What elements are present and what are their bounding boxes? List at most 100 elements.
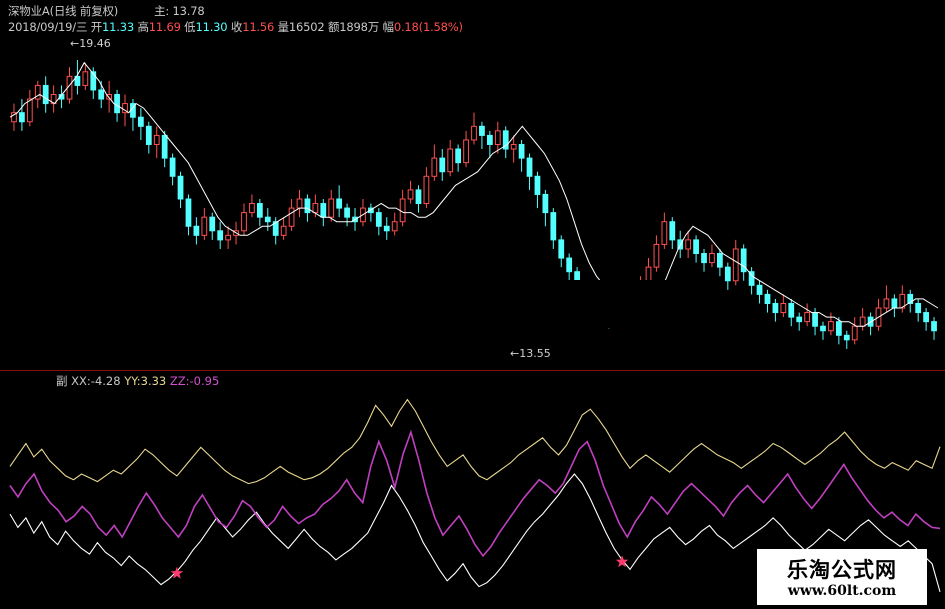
candle-body	[518, 143, 525, 159]
candle-body	[550, 212, 557, 241]
candle-body	[288, 207, 295, 227]
candle-body	[26, 98, 33, 123]
candle-body	[812, 312, 818, 327]
candle-body	[328, 198, 335, 218]
candle-body	[724, 266, 731, 282]
candle-body	[423, 175, 430, 205]
candle-body	[701, 253, 707, 264]
candle-body	[19, 112, 25, 123]
candle-body	[42, 84, 49, 105]
stock-chart-window: 深物业A(日线 前复权) 主: 13.78 2018/09/19/三 开11.33…	[0, 0, 945, 609]
candle-body	[717, 253, 723, 268]
candle-body	[320, 203, 327, 218]
xx-value: -4.28	[90, 374, 121, 388]
candle-body	[114, 94, 120, 114]
candle-body	[399, 198, 406, 223]
candle-body	[732, 248, 739, 282]
candle-body	[510, 143, 517, 150]
candle-body	[280, 225, 287, 236]
candle-body	[685, 239, 692, 250]
candle-body	[669, 221, 676, 241]
quote-date: 2018/09/19/三	[8, 20, 88, 34]
candle-body	[439, 157, 446, 173]
open-value: 11.33	[102, 20, 134, 34]
candle-body	[534, 175, 541, 195]
yy-label: YY:	[124, 374, 141, 388]
candle-body	[780, 302, 787, 314]
sub-panel-label[interactable]: 副	[56, 374, 68, 388]
candle-body	[296, 198, 303, 209]
yy-series-line	[9, 398, 941, 485]
candle-body	[915, 302, 922, 314]
candle-body	[185, 198, 192, 227]
candle-body	[772, 302, 779, 314]
change-label: 幅	[382, 20, 395, 34]
candle-body	[835, 321, 842, 336]
yy-value: 3.33	[140, 374, 167, 388]
candle-body	[693, 239, 699, 255]
zz-label: ZZ:	[169, 374, 190, 388]
candle-body	[256, 203, 263, 218]
candle-body	[923, 312, 929, 323]
candle-body	[383, 225, 390, 232]
high-value: 11.69	[148, 20, 181, 34]
candle-body	[249, 203, 255, 214]
amount-value: 1898万	[339, 20, 380, 34]
candle-body	[661, 221, 668, 245]
candle-body	[756, 284, 763, 295]
candle-body	[851, 325, 858, 341]
candle-body	[843, 334, 850, 341]
candle-body	[471, 125, 477, 141]
candle-body	[479, 125, 485, 136]
star-signal-marker	[170, 566, 184, 579]
watermark-logo: 乐淘公式网 www.60lt.com	[757, 549, 927, 605]
candle-body	[312, 203, 319, 214]
redaction-mask	[534, 0, 945, 140]
candle-body	[336, 198, 343, 209]
close-value: 11.56	[242, 20, 275, 34]
quote-row: 2018/09/19/三 开11.33 高11.69 低11.30 收11.56…	[8, 19, 463, 35]
change-value: 0.18(1.58%)	[393, 20, 463, 34]
volume-value: 16502	[288, 20, 325, 34]
candle-body	[455, 148, 462, 164]
candle-body	[486, 134, 493, 145]
candle-body	[883, 298, 890, 309]
watermark-url: www.60lt.com	[787, 583, 897, 599]
candle-body	[161, 134, 168, 159]
candle-body	[201, 216, 208, 236]
candle-body	[415, 189, 422, 205]
amount-label: 额	[327, 20, 340, 34]
candle-body	[82, 71, 89, 86]
candle-body	[391, 221, 398, 232]
candle-body	[145, 125, 152, 145]
candle-body	[494, 130, 501, 145]
stock-title[interactable]: 深物业A(日线 前复权)	[8, 4, 118, 18]
watermark-title: 乐淘公式网	[787, 558, 897, 582]
candle-body	[558, 239, 565, 259]
candle-body	[153, 134, 160, 145]
candle-body	[542, 193, 549, 214]
candle-body	[344, 207, 350, 218]
low-price-annotation: ←13.55	[510, 347, 551, 360]
chart-title-row: 深物业A(日线 前复权) 主: 13.78	[8, 3, 205, 19]
candle-body	[653, 243, 660, 268]
low-price-label: 13.55	[519, 347, 551, 360]
high-label: 高	[137, 20, 149, 34]
candle-body	[526, 157, 533, 177]
candle-body	[788, 302, 795, 318]
close-label: 收	[230, 20, 243, 34]
candle-body	[209, 216, 216, 232]
candle-body	[304, 198, 311, 214]
high-price-label: 19.46	[79, 37, 111, 50]
xx-label: XX:	[71, 374, 91, 388]
zz-value: -0.95	[189, 374, 220, 388]
open-label: 开	[90, 20, 103, 34]
candle-body	[177, 175, 184, 200]
main-label: 主	[154, 4, 166, 18]
volume-label: 量	[277, 20, 290, 34]
candle-body	[193, 225, 200, 236]
candle-body	[447, 148, 454, 173]
low-value: 11.30	[195, 20, 228, 34]
candle-body	[709, 253, 715, 264]
indicator-values-row: 副 XX:-4.28 YY:3.33 ZZ:-0.95	[8, 373, 219, 389]
